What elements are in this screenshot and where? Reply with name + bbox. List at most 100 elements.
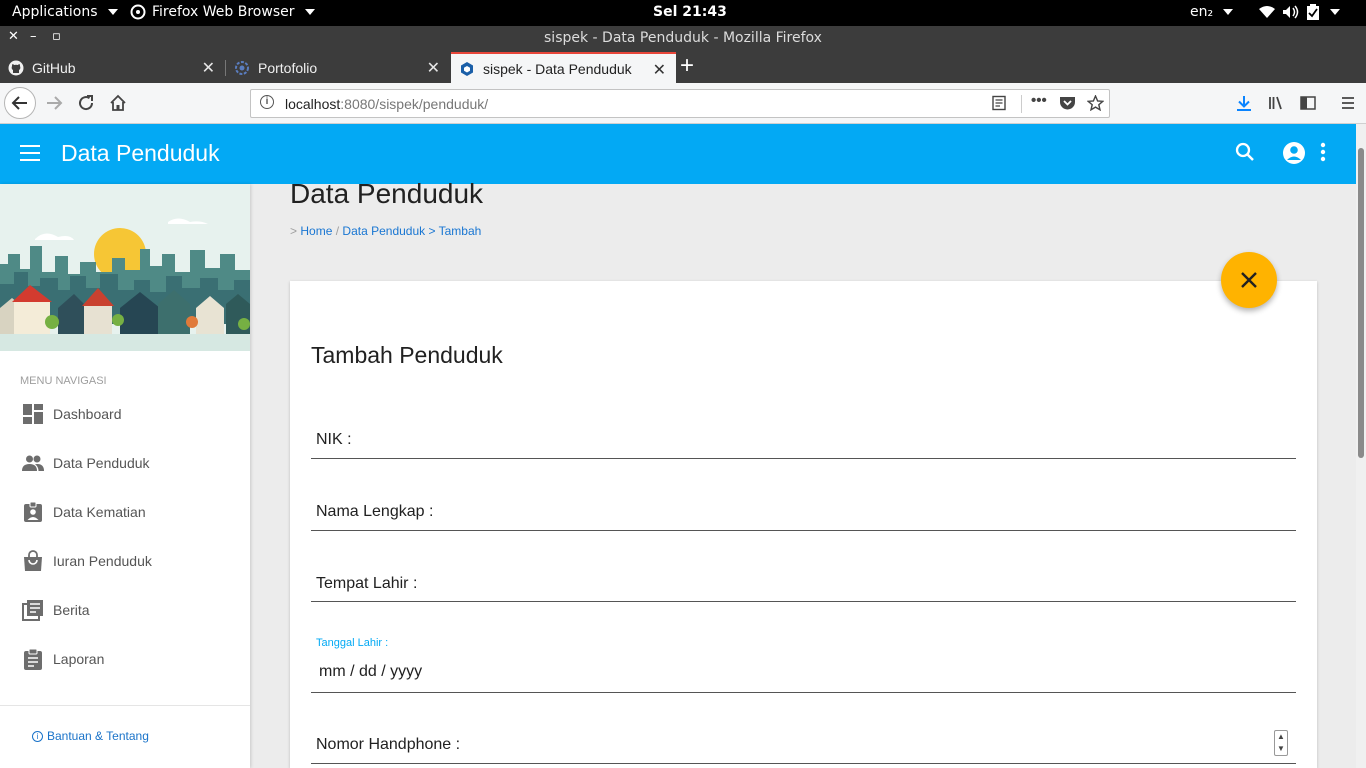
back-button[interactable] bbox=[4, 87, 36, 119]
window-title-bar: ✕ – ▫ sispek - Data Penduduk - Mozilla F… bbox=[0, 26, 1366, 52]
forward-button[interactable] bbox=[42, 91, 66, 115]
sidebar-toggle-button[interactable] bbox=[1296, 91, 1320, 115]
tab-label: GitHub bbox=[32, 59, 76, 76]
active-app-label: Firefox Web Browser bbox=[152, 4, 295, 20]
close-form-button[interactable] bbox=[1221, 252, 1277, 308]
download-icon bbox=[1237, 96, 1251, 111]
sidebar-item-label: Laporan bbox=[53, 651, 105, 667]
tempat-lahir-field[interactable]: Tempat Lahir : bbox=[311, 562, 1296, 602]
close-icon[interactable]: ✕ bbox=[202, 58, 215, 78]
sidebar-item-data-kematian[interactable]: Data Kematian bbox=[0, 492, 250, 532]
sidebar-item-label: Data Penduduk bbox=[53, 455, 150, 471]
wifi-icon bbox=[1259, 6, 1275, 18]
window-title: sispek - Data Penduduk - Mozilla Firefox bbox=[544, 30, 822, 46]
chevron-up-icon[interactable]: ▲ bbox=[1275, 731, 1287, 743]
breadcrumb: > Home / Data Penduduk > Tambah bbox=[290, 224, 481, 238]
status-menu[interactable] bbox=[1258, 4, 1340, 20]
clipboard-icon bbox=[24, 648, 42, 670]
info-icon[interactable]: i bbox=[260, 95, 274, 109]
chevron-down-icon bbox=[304, 9, 315, 15]
sidebar-item-data-penduduk[interactable]: Data Penduduk bbox=[0, 443, 250, 483]
bookmark-star-icon[interactable] bbox=[1086, 94, 1105, 115]
scrollbar-thumb[interactable] bbox=[1358, 148, 1364, 458]
sidebar-banner-image bbox=[0, 184, 250, 351]
battery-icon bbox=[1307, 4, 1319, 20]
sidebar-item-laporan[interactable]: Laporan bbox=[0, 639, 250, 679]
downloads-button[interactable] bbox=[1232, 91, 1256, 115]
bag-icon bbox=[24, 550, 42, 571]
volume-icon bbox=[1283, 5, 1299, 19]
open-menu-button[interactable] bbox=[1336, 91, 1360, 115]
tanggal-lahir-value: mm / dd / yyyy bbox=[319, 663, 423, 680]
sidebar-item-berita[interactable]: Berita bbox=[0, 590, 250, 630]
new-tab-button[interactable]: + bbox=[680, 54, 694, 78]
url-host: localhost bbox=[285, 96, 341, 112]
breadcrumb-current[interactable]: Tambah bbox=[439, 224, 482, 238]
url-text: localhost:8080/sispek/penduduk/ bbox=[285, 96, 488, 112]
breadcrumb-separator: > bbox=[290, 224, 298, 238]
tanggal-lahir-field[interactable]: Tanggal Lahir : mm / dd / yyyy bbox=[311, 631, 1296, 693]
page-title: Data Penduduk bbox=[290, 178, 484, 209]
info-icon: i bbox=[32, 730, 43, 742]
breadcrumb-separator: > bbox=[428, 224, 436, 238]
github-icon bbox=[8, 60, 24, 75]
reader-view-icon[interactable] bbox=[991, 95, 1007, 115]
tanggal-lahir-label: Tanggal Lahir : bbox=[316, 637, 389, 649]
firefox-icon bbox=[130, 4, 146, 20]
url-path: :8080/sispek/penduduk/ bbox=[340, 96, 489, 112]
gear-icon bbox=[235, 60, 249, 75]
applications-menu[interactable]: Applications bbox=[12, 4, 118, 20]
close-icon[interactable]: ✕ bbox=[653, 60, 666, 80]
home-button[interactable] bbox=[106, 91, 130, 115]
url-bar[interactable]: i localhost:8080/sispek/penduduk/ ••• bbox=[250, 89, 1110, 118]
sidebar-item-label: Berita bbox=[53, 602, 90, 618]
help-link[interactable]: i Bantuan & Tentang bbox=[32, 729, 149, 743]
nik-field[interactable]: NIK : bbox=[311, 418, 1296, 459]
breadcrumb-home[interactable]: Home bbox=[300, 224, 332, 238]
menu-heading: MENU NAVIGASI bbox=[20, 375, 107, 387]
sidebar-item-dashboard[interactable]: Dashboard bbox=[0, 394, 250, 434]
tab-label: sispek - Data Penduduk bbox=[483, 60, 632, 77]
reload-icon bbox=[79, 95, 94, 111]
nomor-handphone-field[interactable]: Nomor Handphone : ▲ ▼ bbox=[311, 723, 1296, 764]
breadcrumb-data-penduduk[interactable]: Data Penduduk bbox=[342, 224, 425, 238]
sidebar-item-iuran-penduduk[interactable]: Iuran Penduduk bbox=[0, 541, 250, 581]
account-icon[interactable] bbox=[1282, 141, 1306, 170]
page-scrollbar[interactable] bbox=[1356, 124, 1366, 768]
sidebar-item-label: Iuran Penduduk bbox=[53, 553, 152, 569]
hamburger-menu-icon[interactable] bbox=[20, 145, 40, 166]
sidebar-divider bbox=[0, 705, 250, 706]
breadcrumb-separator: / bbox=[335, 224, 340, 238]
help-link-label: Bantuan & Tentang bbox=[47, 729, 149, 743]
pocket-icon[interactable] bbox=[1059, 95, 1076, 115]
close-icon[interactable]: ✕ bbox=[427, 58, 440, 78]
search-icon[interactable] bbox=[1234, 141, 1256, 168]
input-method-menu[interactable]: en₂ bbox=[1190, 4, 1234, 20]
form-card: Tambah Penduduk NIK : Nama Lengkap : Tem… bbox=[290, 281, 1317, 768]
tab-github[interactable]: GitHub ✕ bbox=[0, 52, 225, 83]
tab-portofolio[interactable]: Portofolio ✕ bbox=[226, 52, 450, 83]
tab-sispek[interactable]: sispek - Data Penduduk ✕ bbox=[451, 52, 676, 83]
more-vert-icon[interactable] bbox=[1320, 141, 1326, 168]
sidebar-item-label: Data Kematian bbox=[53, 504, 146, 520]
sidebar: MENU NAVIGASI Dashboard Data Penduduk Da… bbox=[0, 184, 250, 768]
more-actions-icon[interactable]: ••• bbox=[1031, 92, 1047, 109]
nomor-handphone-label: Nomor Handphone : bbox=[316, 736, 461, 753]
nama-lengkap-field[interactable]: Nama Lengkap : bbox=[311, 490, 1296, 531]
news-icon bbox=[22, 600, 43, 621]
app-header: Data Penduduk bbox=[0, 124, 1356, 184]
library-button[interactable] bbox=[1264, 91, 1288, 115]
number-spinner[interactable]: ▲ ▼ bbox=[1274, 730, 1288, 756]
shield-icon bbox=[461, 61, 473, 76]
reload-button[interactable] bbox=[74, 91, 98, 115]
app-title: Data Penduduk bbox=[61, 140, 220, 166]
active-app-menu[interactable]: Firefox Web Browser bbox=[130, 4, 315, 20]
badge-icon bbox=[24, 501, 42, 522]
tempat-lahir-label: Tempat Lahir : bbox=[316, 575, 418, 592]
input-method-label: en₂ bbox=[1190, 4, 1214, 20]
chevron-down-icon[interactable]: ▼ bbox=[1275, 743, 1287, 755]
clock[interactable]: Sel 21:43 bbox=[653, 4, 727, 20]
hamburger-icon bbox=[1342, 97, 1354, 109]
sidebar-item-label: Dashboard bbox=[53, 406, 122, 422]
nik-label: NIK : bbox=[316, 431, 352, 448]
